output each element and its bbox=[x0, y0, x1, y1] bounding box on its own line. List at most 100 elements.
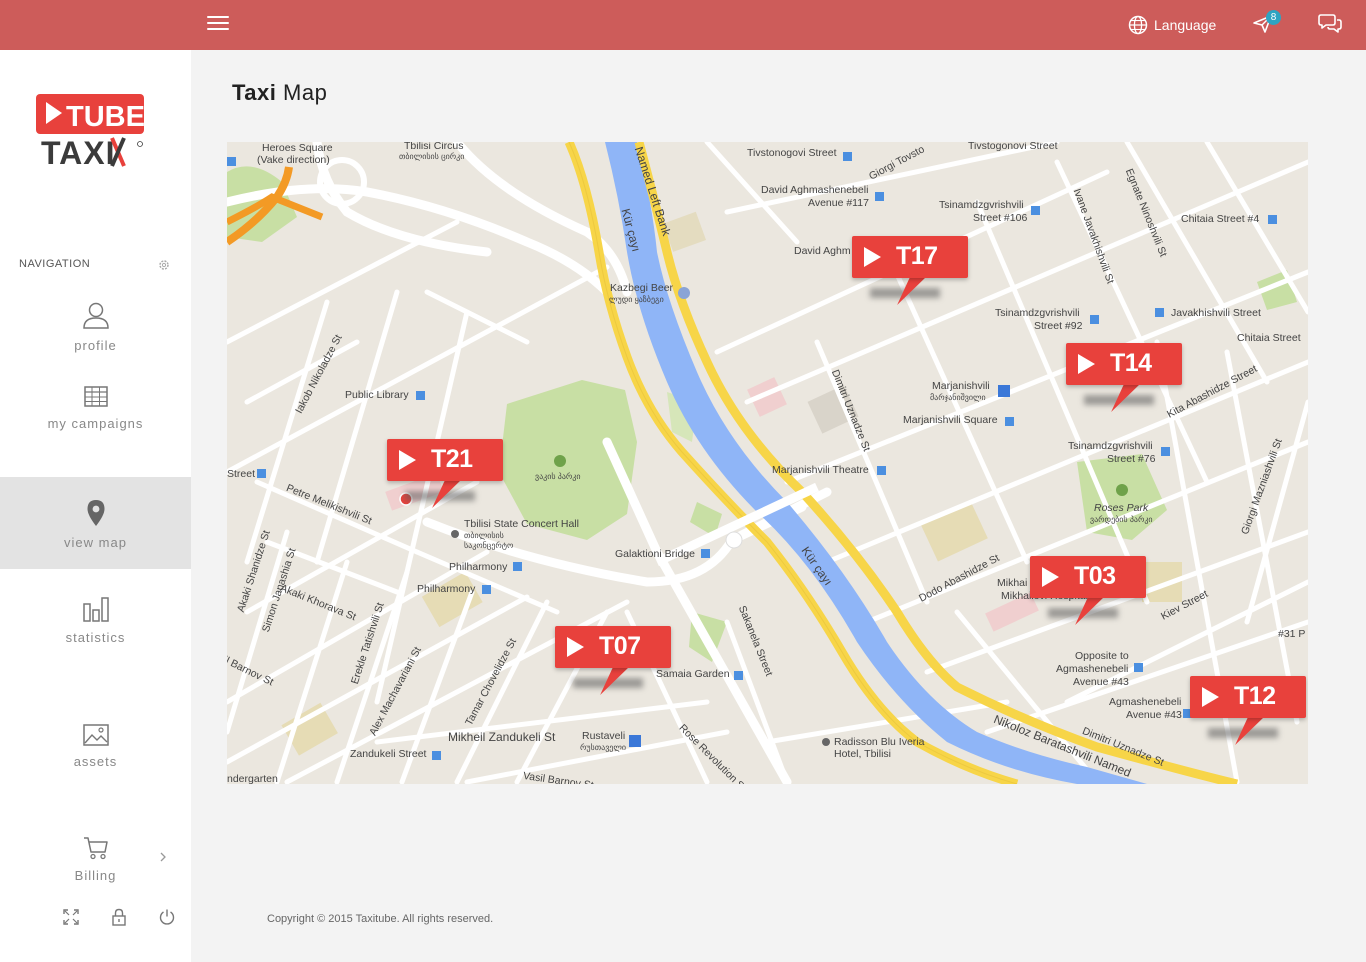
hamburger-menu-icon[interactable] bbox=[207, 16, 229, 32]
map-label: Rustaveli bbox=[582, 730, 626, 742]
map-label: თბილისის bbox=[464, 531, 504, 540]
chat-button[interactable] bbox=[1318, 12, 1344, 38]
marker-code: T21 bbox=[431, 445, 473, 473]
play-icon bbox=[864, 247, 881, 267]
taxi-marker-t14[interactable]: T14 bbox=[1066, 343, 1182, 413]
map-label: საკონცერტო bbox=[464, 541, 514, 550]
map-label: Street #92 bbox=[1034, 320, 1083, 332]
sidebar-item-label: statistics bbox=[65, 630, 126, 645]
map-label: Galaktioni Bridge bbox=[615, 548, 695, 560]
marker-code: T07 bbox=[599, 632, 641, 660]
taxi-map[interactable]: Heroes Square (Vake direction) Tbilisi C… bbox=[227, 142, 1308, 784]
map-label: Marjanishvili Theatre bbox=[772, 464, 869, 476]
notifications-button[interactable]: 8 bbox=[1252, 10, 1281, 39]
sidebar-footer-icons bbox=[0, 908, 191, 932]
marker-box: T21 bbox=[387, 439, 503, 481]
sidebar-item-statistics[interactable]: statistics bbox=[0, 596, 191, 656]
sidebar-item-label: profile bbox=[74, 338, 117, 353]
play-icon bbox=[1042, 567, 1059, 587]
taxi-marker-t12[interactable]: T12 bbox=[1190, 676, 1306, 746]
marker-code: T12 bbox=[1234, 682, 1276, 710]
globe-icon bbox=[1128, 15, 1148, 35]
taxi-marker-t07[interactable]: T07 bbox=[555, 626, 671, 696]
map-label: #31 P bbox=[1278, 628, 1306, 640]
marker-box: T03 bbox=[1030, 556, 1146, 598]
map-label: ndergarten bbox=[227, 773, 278, 784]
page-title-bold: Taxi bbox=[232, 80, 277, 105]
map-label: Avenue #117 bbox=[808, 197, 869, 209]
map-pin-icon bbox=[87, 500, 104, 526]
chat-bubbles-icon bbox=[1318, 14, 1342, 33]
sidebar-item-assets[interactable]: assets bbox=[0, 724, 191, 784]
map-label: Marjanishvili Square bbox=[903, 414, 998, 426]
marker-box: T12 bbox=[1190, 676, 1306, 718]
map-label: Mikhai bbox=[997, 577, 1028, 589]
cart-icon bbox=[83, 837, 108, 860]
map-label: Street #106 bbox=[973, 212, 1028, 224]
play-icon bbox=[567, 637, 584, 657]
map-label: Chitaia Street #4 bbox=[1181, 213, 1260, 225]
navigation-title: NAVIGATION bbox=[19, 258, 91, 270]
map-label: Agmashenebeli bbox=[1109, 696, 1182, 708]
taxi-marker-t17[interactable]: T17 bbox=[852, 236, 968, 306]
lock-icon[interactable] bbox=[110, 908, 128, 926]
language-selector[interactable]: Language bbox=[1128, 13, 1216, 37]
map-label: Tbilisi State Concert Hall bbox=[464, 518, 579, 530]
map-label: ვაკის პარკი bbox=[535, 472, 581, 481]
map-label: Mikheil Zandukeli St bbox=[448, 730, 556, 744]
gear-icon[interactable] bbox=[157, 258, 171, 272]
svg-text:TAXI: TAXI bbox=[41, 135, 116, 170]
map-label: Avenue #43 bbox=[1073, 676, 1129, 688]
sidebar-item-billing[interactable]: Billing bbox=[0, 836, 191, 896]
table-icon bbox=[83, 386, 108, 407]
map-label: (Vake direction) bbox=[257, 154, 330, 166]
play-icon bbox=[399, 450, 416, 470]
user-icon bbox=[82, 302, 109, 329]
chevron-right-icon[interactable] bbox=[158, 850, 168, 864]
map-label: Javakhishvili Street bbox=[1171, 307, 1261, 319]
map-label: Zandukeli Street bbox=[350, 748, 427, 760]
sidebar-item-my-campaigns[interactable]: my campaigns bbox=[0, 386, 191, 446]
marker-box: T07 bbox=[555, 626, 671, 668]
sidebar-item-profile[interactable]: profile bbox=[0, 300, 191, 370]
map-label: მარჯანიშვილი bbox=[930, 393, 986, 402]
map-label: Kazbegi Beer bbox=[610, 282, 674, 294]
sidebar-item-view-map[interactable]: view map bbox=[0, 477, 191, 569]
map-label: Tsinamdzgvrishvili bbox=[995, 307, 1080, 319]
sidebar-item-label: view map bbox=[64, 535, 127, 550]
map-label: Roses Park bbox=[1094, 502, 1149, 514]
map-label: თბილისის ცირკი bbox=[399, 152, 465, 161]
sidebar-item-label: assets bbox=[73, 754, 118, 769]
map-label: Hotel, Tbilisi bbox=[834, 748, 891, 760]
map-label: Philharmony bbox=[449, 561, 508, 573]
map-label: Agmashenebeli bbox=[1056, 663, 1129, 675]
map-label: ლუდი ყაზბეგი bbox=[609, 295, 664, 304]
page-title: Taxi Map bbox=[232, 80, 327, 106]
taxi-marker-t21[interactable]: T21 bbox=[387, 439, 503, 509]
map-label: Public Library bbox=[345, 389, 409, 401]
map-label: რუსთაველი bbox=[580, 743, 627, 752]
map-label: Street bbox=[227, 468, 256, 480]
marker-code: T17 bbox=[896, 242, 938, 270]
image-icon bbox=[82, 724, 109, 746]
map-label: Street #76 bbox=[1107, 453, 1156, 465]
map-label: Tsinamdzgvrishvili bbox=[1068, 440, 1153, 452]
language-label: Language bbox=[1154, 17, 1217, 33]
notification-badge: 8 bbox=[1266, 10, 1281, 25]
map-label: Tsinamdzgvrishvili bbox=[939, 199, 1024, 211]
fullscreen-icon[interactable] bbox=[62, 908, 80, 926]
map-label: Heroes Square bbox=[262, 142, 333, 154]
map-label: Tbilisi Circus bbox=[404, 142, 464, 152]
sidebar: TUBE TAXI NAVIGATION profile my campaign… bbox=[0, 50, 191, 962]
tubetaxi-logo[interactable]: TUBE TAXI bbox=[36, 94, 146, 170]
map-label: ვარდების პარკი bbox=[1090, 515, 1153, 524]
marker-code: T03 bbox=[1074, 562, 1116, 590]
map-label: Tivstonogovi Street bbox=[747, 147, 837, 159]
page-title-rest: Map bbox=[276, 80, 328, 105]
power-icon[interactable] bbox=[158, 908, 176, 926]
sidebar-item-label: Billing bbox=[74, 868, 117, 883]
map-label: Tivstogonovi Street bbox=[968, 142, 1058, 152]
taxi-marker-t03[interactable]: T03 bbox=[1030, 556, 1146, 626]
map-label: Chitaia Street bbox=[1237, 332, 1301, 344]
marker-code: T14 bbox=[1110, 349, 1152, 377]
